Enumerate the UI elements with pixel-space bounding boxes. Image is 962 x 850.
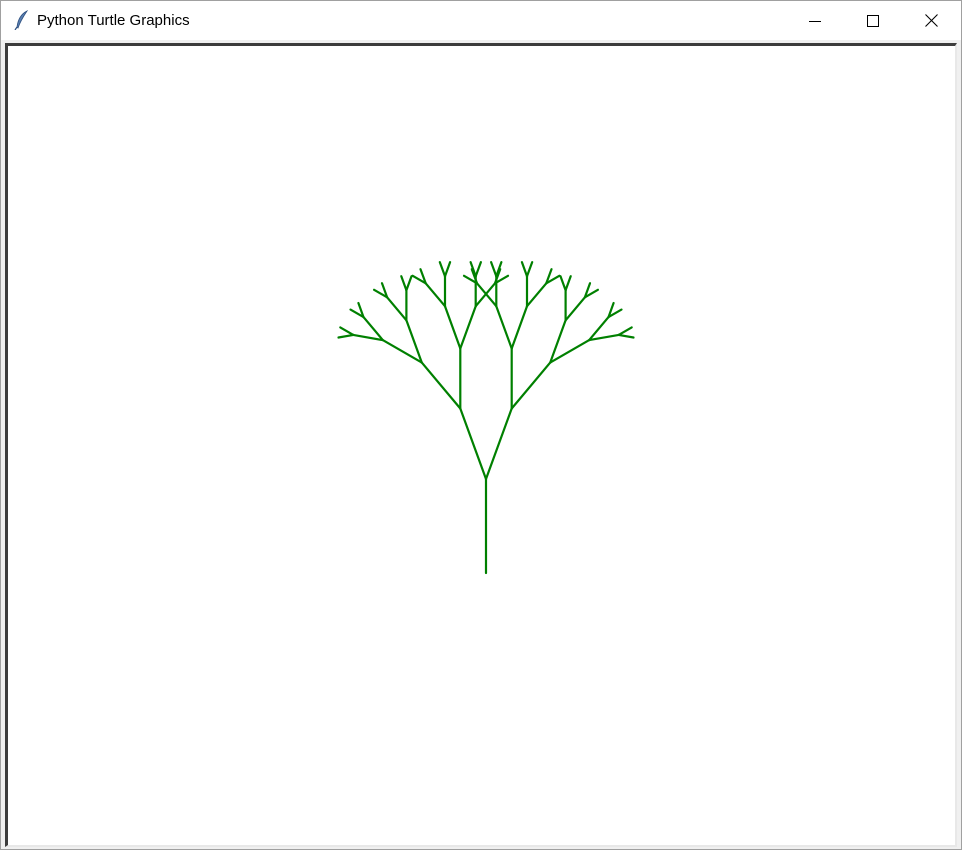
tree-branch [400,275,408,292]
feather-icon [13,9,31,31]
fractal-tree-drawing [337,261,635,575]
maximize-icon [867,14,879,27]
tree-branch [510,361,552,410]
turtle-canvas[interactable] [8,46,955,845]
tree-branch [337,333,355,339]
title-bar[interactable]: Python Turtle Graphics [1,1,961,40]
tree-branch [459,305,477,350]
tree-branch [525,261,534,278]
tree-branch [484,407,513,481]
tree-branch [443,305,462,350]
window-title: Python Turtle Graphics [37,12,190,29]
tree-branch [459,407,488,481]
tree-branch [339,326,355,336]
tree-branch [564,296,587,322]
tree-branch [386,296,408,322]
tree-branch [420,361,462,410]
tree-branch [617,333,635,339]
canvas-frame [5,43,957,847]
maximize-button[interactable] [844,1,902,40]
tree-branch [559,275,567,292]
tree-branch [510,305,529,350]
tree-branch [564,275,572,292]
tree-branch [405,275,413,292]
tree-branch [474,261,482,278]
tree-branch [490,261,498,278]
turtle-window: Python Turtle Graphics [0,0,962,850]
tree-branch [617,326,633,336]
tree-branch [438,261,447,278]
tree-branch [495,305,513,350]
close-button[interactable] [902,1,960,40]
tree-branch [520,261,529,278]
tree-branch [525,282,548,308]
tree-branch [424,282,447,308]
tree-branch [443,261,452,278]
minimize-button[interactable] [786,1,844,40]
minimize-icon [809,20,821,22]
close-icon [924,14,938,27]
